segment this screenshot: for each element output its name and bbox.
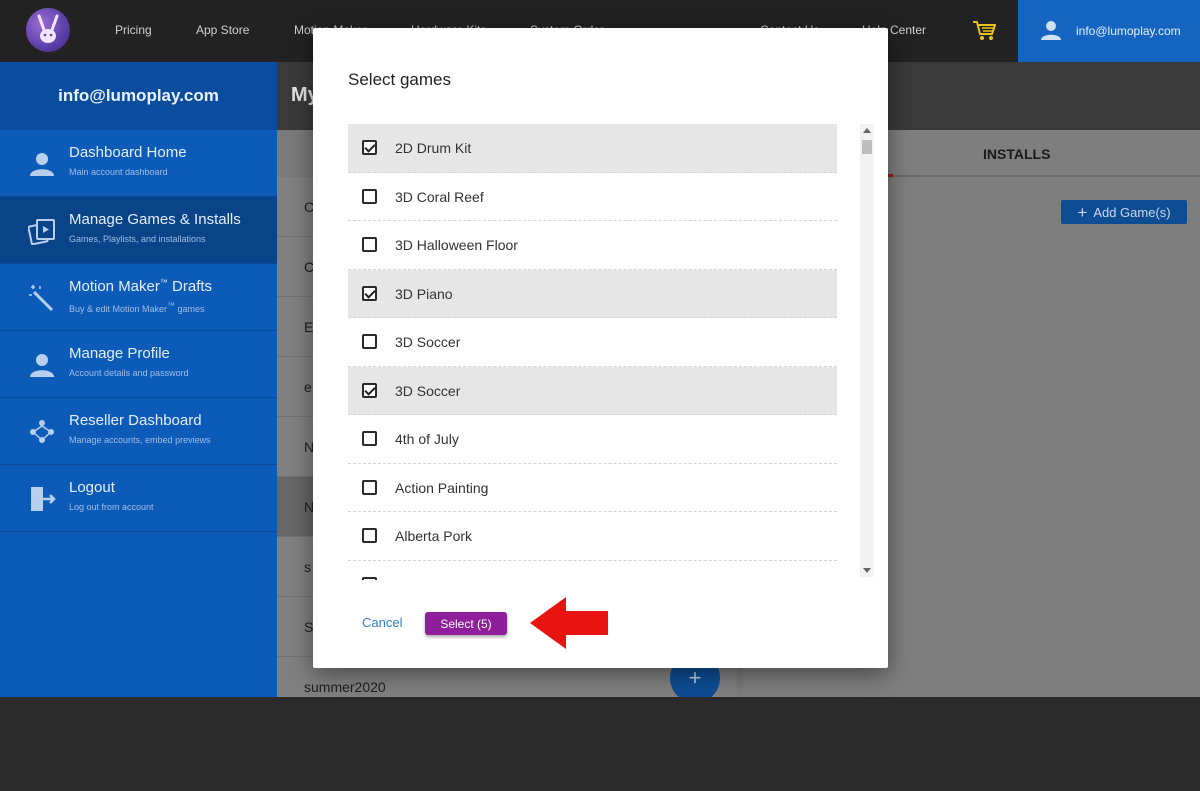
select-games-dialog: Select games 2D Drum Kit 3D Coral Reef 3… [313,28,888,668]
games-list: 2D Drum Kit 3D Coral Reef 3D Halloween F… [348,124,837,580]
scroll-down-arrow-icon[interactable] [863,568,871,573]
game-name: 4th of July [395,431,459,447]
game-name: 2D Drum Kit [395,140,472,156]
game-name: 3D Piano [395,285,453,302]
checkbox-unchecked[interactable] [362,431,377,446]
checkbox-checked[interactable] [362,382,377,398]
checkbox-unchecked[interactable] [362,237,377,252]
page-footer-area [0,697,1200,791]
game-name: 3D Soccer [395,334,461,350]
game-row[interactable]: 3D Piano [348,269,837,318]
game-row[interactable]: 3D Soccer [348,366,837,415]
game-name: 3D Coral Reef [395,188,484,205]
game-name: Action Painting [395,479,489,496]
checkbox-unchecked[interactable] [362,334,377,349]
list-scrollbar[interactable] [860,124,874,577]
game-name: 3D Halloween Floor [395,237,518,253]
red-pointer-arrow-icon [530,597,608,649]
checkbox-unchecked[interactable] [362,528,377,543]
game-row[interactable]: 3D Coral Reef [348,173,837,221]
game-row[interactable]: 3D Halloween Floor [348,221,837,270]
cancel-button[interactable]: Cancel [362,615,402,630]
game-row[interactable]: 3D Soccer [348,318,837,367]
game-name: 3D Soccer [395,382,461,399]
select-games-button[interactable]: Select (5) [425,612,507,635]
game-row[interactable]: Action Painting [348,464,837,512]
game-name: Alberta Pork [395,528,473,544]
scrollbar-thumb[interactable] [862,140,872,154]
game-row[interactable]: Alberta Pork [348,512,837,561]
checkbox-checked[interactable] [362,285,377,301]
scroll-up-arrow-icon[interactable] [863,128,871,133]
game-row[interactable] [348,561,837,580]
checkbox-unchecked[interactable] [362,479,377,495]
checkbox-unchecked[interactable] [362,576,377,580]
checkbox-checked[interactable] [362,140,377,155]
checkbox-unchecked[interactable] [362,188,377,204]
game-row[interactable]: 4th of July [348,415,837,464]
dialog-title: Select games [348,70,451,89]
game-row[interactable]: 2D Drum Kit [348,124,837,173]
